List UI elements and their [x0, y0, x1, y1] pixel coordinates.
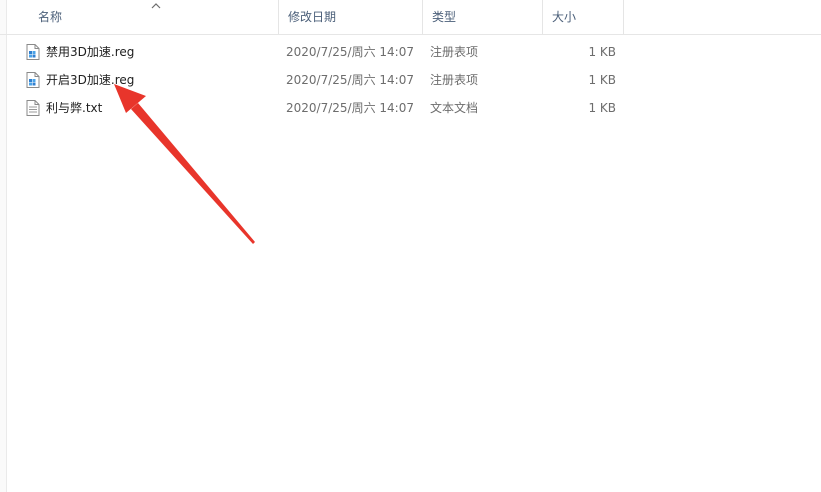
file-row[interactable]: 利与弊.txt 2020/7/25/周六 14:07 文本文档 1 KB: [0, 94, 821, 122]
file-type: 注册表项: [430, 45, 479, 59]
file-name[interactable]: 禁用3D加速.reg: [46, 38, 134, 66]
file-date-modified: 2020/7/25/周六 14:07: [286, 101, 414, 115]
file-list: 禁用3D加速.reg 2020/7/25/周六 14:07 注册表项 1 KB …: [0, 38, 821, 122]
registry-file-icon: [26, 38, 40, 66]
file-date-modified: 2020/7/25/周六 14:07: [286, 73, 414, 87]
file-date-modified: 2020/7/25/周六 14:07: [286, 45, 414, 59]
file-row[interactable]: 禁用3D加速.reg 2020/7/25/周六 14:07 注册表项 1 KB: [0, 38, 821, 66]
column-header-date-modified[interactable]: 修改日期: [279, 0, 423, 34]
column-header-name[interactable]: 名称: [29, 0, 279, 34]
column-header-bar: 名称 修改日期 类型 大小: [0, 0, 821, 35]
file-size: 1 KB: [588, 73, 616, 87]
text-file-icon: [26, 94, 40, 122]
column-header-type[interactable]: 类型: [423, 0, 543, 34]
file-name[interactable]: 利与弊.txt: [46, 94, 102, 122]
registry-file-icon: [26, 66, 40, 94]
file-size: 1 KB: [588, 101, 616, 115]
file-size: 1 KB: [588, 45, 616, 59]
file-name[interactable]: 开启3D加速.reg: [46, 66, 134, 94]
column-header-size[interactable]: 大小: [543, 0, 624, 34]
file-type: 文本文档: [430, 101, 479, 115]
file-row[interactable]: 开启3D加速.reg 2020/7/25/周六 14:07 注册表项 1 KB: [0, 66, 821, 94]
file-type: 注册表项: [430, 73, 479, 87]
